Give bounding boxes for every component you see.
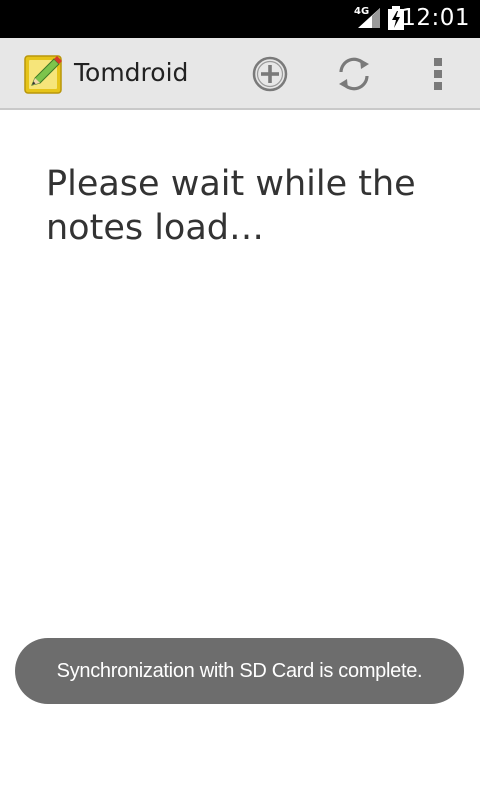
loading-message: Please wait while the notes load… bbox=[46, 164, 416, 248]
action-bar: Tomdroid bbox=[0, 38, 480, 110]
add-note-button[interactable] bbox=[234, 38, 306, 110]
sync-icon bbox=[339, 57, 369, 91]
notepad-pencil-icon[interactable] bbox=[24, 53, 64, 95]
toast-message: Synchronization with SD Card is complete… bbox=[56, 659, 423, 682]
status-bar: 4G 12:01 bbox=[0, 0, 480, 38]
signal-icon bbox=[358, 8, 380, 28]
sync-complete-toast: Synchronization with SD Card is complete… bbox=[15, 638, 464, 704]
more-vertical-icon bbox=[434, 58, 442, 90]
add-circle-icon bbox=[252, 56, 288, 92]
status-clock: 12:01 bbox=[401, 5, 470, 31]
sync-button[interactable] bbox=[318, 38, 390, 110]
app-screen: 4G 12:01 Tomdroid Please wait while the … bbox=[0, 0, 480, 800]
overflow-menu-button[interactable] bbox=[402, 38, 474, 110]
app-title: Tomdroid bbox=[74, 58, 189, 87]
